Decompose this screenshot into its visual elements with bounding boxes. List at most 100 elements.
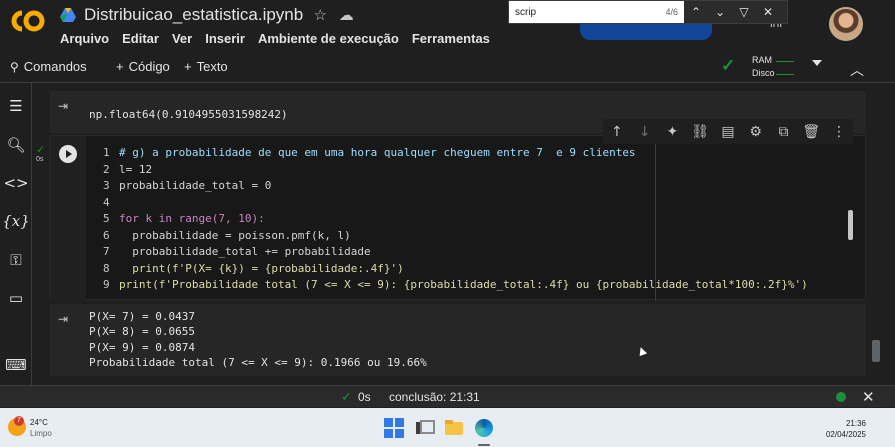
notebook-area: ⇥ np.float64(0.9104955031598242) ✓ 0s 1 #… — [33, 83, 867, 385]
ram-bar — [776, 61, 794, 62]
output-icon[interactable]: ⇥ — [58, 312, 76, 326]
variables-icon[interactable]: {x} — [2, 210, 30, 232]
add-text-button[interactable]: + Texto — [184, 59, 228, 74]
commands-button[interactable]: ⚲ Comandos — [10, 59, 87, 74]
find-close-icon[interactable]: ✕ — [756, 1, 780, 23]
more-options-icon[interactable]: ⋮ — [828, 124, 850, 140]
temperature: 24°C — [30, 418, 48, 427]
menu-ver[interactable]: Ver — [172, 31, 192, 46]
add-text-label: Texto — [196, 59, 228, 74]
menu-inserir[interactable]: Inserir — [205, 31, 245, 46]
colab-logo[interactable] — [8, 8, 46, 34]
link-icon[interactable]: ⛓ — [689, 124, 711, 140]
resources-indicator[interactable]: ✓ RAM Disco — [716, 52, 836, 82]
left-sidebar: ☰ 🔍︎ <> {x} ⚿ ▭ ⌨ — [0, 83, 32, 385]
run-cell-button[interactable] — [59, 145, 77, 163]
line-number: 2 — [103, 162, 110, 176]
connected-check-icon: ✓ — [721, 56, 736, 75]
notification-badge: 7 — [14, 416, 24, 426]
clock-time: 21:36 — [845, 419, 866, 428]
collapse-header-icon[interactable]: ︿ — [850, 60, 864, 80]
comment-icon[interactable]: ▤ — [717, 124, 739, 140]
colab-window: Distribuicao_estatistica.ipynb ☆ ☁ Arqui… — [0, 0, 895, 447]
commands-label: Comandos — [23, 59, 87, 74]
page-scrollbar[interactable] — [872, 340, 880, 362]
menu-arquivo[interactable]: Arquivo — [60, 31, 109, 46]
terminal-icon[interactable]: ⌨ — [4, 354, 28, 376]
output-line: Probabilidade total (7 <= X <= 9): 0.196… — [89, 355, 427, 369]
code-line: 2 l= 12 — [103, 162, 808, 179]
code-text: probabilidade_total += probabilidade — [119, 245, 371, 258]
code-cell[interactable]: 1 # g) a probabilidade de que em uma hora… — [50, 135, 866, 301]
run-gutter — [51, 136, 86, 301]
move-down-icon[interactable]: ↓ — [634, 124, 656, 140]
line-number: 7 — [103, 245, 110, 258]
runtime-status-dot — [836, 392, 846, 402]
editor-scrollbar[interactable] — [848, 210, 853, 240]
user-avatar[interactable] — [829, 7, 863, 41]
code-text: # g) a probabilidade de que em uma hora … — [119, 146, 636, 159]
status-conclusion[interactable]: conclusão: 21:31 — [389, 390, 480, 404]
menu-bar: Arquivo Editar Ver Inserir Ambiente de e… — [60, 31, 490, 46]
find-next-icon[interactable]: ⌄ — [708, 1, 732, 23]
status-bar: ✓ 0s conclusão: 21:31 ✕ — [0, 385, 895, 407]
code-editor[interactable]: 1 # g) a probabilidade de que em uma hora… — [103, 145, 808, 294]
menu-ambiente-execucao[interactable]: Ambiente de execução — [258, 31, 399, 46]
google-drive-icon[interactable] — [60, 8, 76, 22]
toolbar: ⚲ Comandos + Código + Texto ✓ RAM Disco — [0, 52, 895, 83]
output-icon[interactable]: ⇥ — [58, 99, 76, 113]
gemini-sparkle-icon[interactable]: ✦ — [661, 124, 683, 140]
line-number: 5 — [103, 212, 110, 225]
add-code-label: Código — [128, 59, 170, 74]
add-code-button[interactable]: + Código — [116, 59, 170, 74]
code-snippets-icon[interactable]: <> — [3, 172, 28, 194]
find-filter-icon[interactable]: ▽ — [732, 1, 756, 23]
find-count: 4/6 — [665, 7, 678, 17]
code-line: 1 # g) a probabilidade de que em uma hora… — [103, 145, 808, 162]
code-line: 4 — [103, 195, 808, 212]
table-of-contents-icon[interactable]: ☰ — [4, 95, 28, 117]
windows-taskbar: 7 24°C Limpo 21:36 02/04/2025 — [0, 408, 895, 447]
code-line: 5 for k in range(7, 10): — [103, 211, 808, 228]
mirror-cell-icon[interactable]: ⧉ — [772, 124, 794, 140]
code-text: probabilidade = poisson.pmf(k, l) — [119, 228, 351, 242]
output-line: P(X= 9) = 0.0874 — [89, 340, 195, 354]
move-up-icon[interactable]: ↑ — [606, 124, 628, 140]
status-duration[interactable]: 0s — [358, 390, 371, 404]
output-line: P(X= 7) = 0.0437 — [89, 310, 195, 323]
menu-editar[interactable]: Editar — [122, 31, 159, 46]
windows-start-icon[interactable] — [384, 418, 404, 438]
task-view-icon[interactable] — [414, 418, 435, 438]
find-bar: scrip 4/6 ⌃ ⌄ ▽ ✕ — [508, 0, 788, 24]
find-input[interactable]: scrip 4/6 — [509, 1, 684, 23]
edge-browser-icon[interactable] — [474, 418, 494, 438]
cloud-saved-icon[interactable]: ☁ — [337, 6, 355, 24]
notebook-title[interactable]: Distribuicao_estatistica.ipynb — [84, 5, 303, 25]
line-number: 6 — [103, 228, 110, 242]
files-folder-icon[interactable]: ▭ — [4, 287, 28, 309]
output-lines: P(X= 7) = 0.0437 P(X= 8) = 0.0655 P(X= 9… — [89, 309, 427, 370]
delete-icon[interactable]: 🗑︎ — [800, 124, 822, 140]
code-text: probabilidade_total = 0 — [119, 179, 272, 192]
settings-gear-icon[interactable]: ⚙ — [745, 124, 767, 140]
code-text: for k in range(7, 10): — [119, 212, 265, 225]
ram-label: RAM — [752, 55, 772, 65]
find-replace-icon[interactable]: 🔍︎ — [4, 134, 28, 156]
find-previous-icon[interactable]: ⌃ — [684, 1, 708, 23]
secrets-key-icon[interactable]: ⚿ — [4, 249, 28, 271]
status-check-icon: ✓ — [341, 389, 352, 404]
star-icon[interactable]: ☆ — [311, 6, 329, 24]
chevron-down-icon[interactable] — [812, 60, 822, 66]
file-explorer-icon[interactable] — [444, 418, 464, 438]
system-clock[interactable]: 21:36 02/04/2025 — [818, 418, 866, 440]
close-status-icon[interactable]: ✕ — [862, 388, 875, 406]
find-query: scrip — [515, 6, 537, 18]
clock-date: 02/04/2025 — [825, 430, 866, 439]
execution-time: 0s — [36, 156, 44, 163]
output-line: P(X= 8) = 0.0655 — [89, 325, 195, 339]
code-text: print(f'Probabilidade total (7 <= X <= 9… — [119, 278, 808, 291]
plus-icon: + — [184, 59, 192, 74]
menu-ferramentas[interactable]: Ferramentas — [412, 31, 490, 46]
code-line: 7 probabilidade_total += probabilidade — [103, 244, 808, 261]
code-line: 6 probabilidade = poisson.pmf(k, l) — [103, 228, 808, 245]
